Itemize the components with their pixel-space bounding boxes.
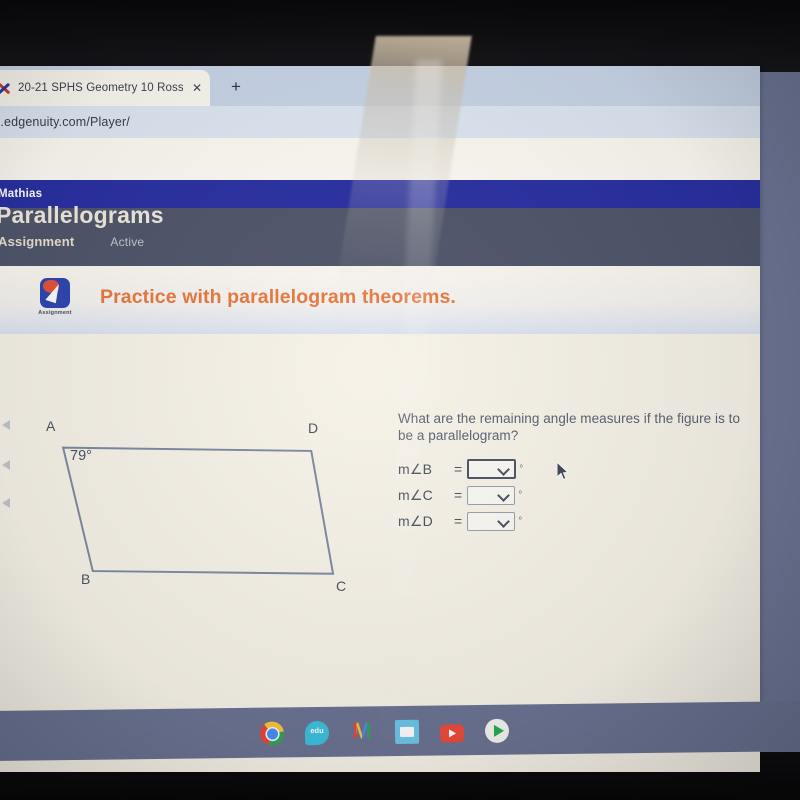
chevron-right-icon[interactable] xyxy=(2,498,10,508)
answer-row: m∠D = ° xyxy=(398,508,748,534)
tab-assignment[interactable]: Assignment xyxy=(0,234,74,249)
screenshot-root: 20-21 SPHS Geometry 10 Ross/1 ✕ + s.edge… xyxy=(0,0,800,800)
gmail-icon[interactable] xyxy=(350,720,374,744)
equals-sign: = xyxy=(454,487,463,503)
degree-symbol: ° xyxy=(518,515,523,527)
app-tabs: Assignment Active xyxy=(0,234,144,249)
vertex-label-d: D xyxy=(308,420,319,436)
answer-row: m∠C = ° xyxy=(398,482,748,508)
assignment-badge: Assignment xyxy=(38,278,72,316)
monitor-bezel-top xyxy=(0,0,800,72)
slides-icon[interactable] xyxy=(394,719,420,745)
browser-address-bar[interactable]: s.edgenuity.com/Player/ xyxy=(0,106,760,138)
angle-b-label: m∠B xyxy=(398,460,433,477)
degree-symbol: ° xyxy=(519,463,524,475)
parallelogram-shape xyxy=(61,446,335,575)
user-name: Mathias xyxy=(0,188,43,200)
taskbar xyxy=(0,700,800,762)
x-favicon xyxy=(0,81,11,96)
degree-symbol: ° xyxy=(518,489,523,501)
chevron-down-icon xyxy=(497,488,511,502)
lesson-header: Assignment Practice with parallelogram t… xyxy=(0,266,760,334)
angle-d-label: m∠D xyxy=(398,512,433,529)
app-title-bar: Parallelograms Assignment Active xyxy=(0,202,760,266)
question-prompt: What are the remaining angle measures if… xyxy=(398,411,741,443)
chevron-down-icon xyxy=(497,463,511,476)
browser-tab-strip: 20-21 SPHS Geometry 10 Ross/1 ✕ + xyxy=(0,66,760,106)
equals-sign: = xyxy=(454,461,463,477)
chevron-right-icon[interactable] xyxy=(2,460,10,470)
chevron-down-icon xyxy=(497,514,511,528)
course-title: Parallelograms xyxy=(0,202,164,228)
tab-active[interactable]: Active xyxy=(110,235,144,249)
vertex-label-c: C xyxy=(336,578,347,594)
play-store-icon[interactable] xyxy=(484,718,510,743)
assignment-badge-label: Assignment xyxy=(38,310,72,316)
answer-list: m∠B = ° m∠C = ° m∠D = ° xyxy=(398,456,748,534)
taskbar-icons xyxy=(259,718,510,746)
youtube-icon[interactable] xyxy=(439,723,465,743)
equals-sign: = xyxy=(454,513,463,529)
assignment-pencil-icon xyxy=(40,278,70,308)
angle-b-dropdown[interactable] xyxy=(467,459,570,481)
vertex-label-b: B xyxy=(81,571,91,587)
close-icon[interactable]: ✕ xyxy=(190,82,204,94)
question-column: What are the remaining angle measures if… xyxy=(398,410,748,534)
angle-c-dropdown[interactable] xyxy=(467,485,516,505)
angle-c-label: m∠C xyxy=(398,486,433,503)
edgenuity-edu-icon[interactable] xyxy=(304,720,330,746)
parallelogram-figure: A D B C 79° xyxy=(40,418,370,596)
url-text: s.edgenuity.com/Player/ xyxy=(0,115,130,129)
lesson-title: Practice with parallelogram theorems. xyxy=(100,286,456,308)
chrome-icon[interactable] xyxy=(259,721,285,746)
page-top-whitespace xyxy=(0,138,760,180)
angle-d-dropdown[interactable] xyxy=(467,511,516,531)
browser-tab[interactable]: 20-21 SPHS Geometry 10 Ross/1 ✕ xyxy=(0,70,210,106)
browser-tab-title: 20-21 SPHS Geometry 10 Ross/1 xyxy=(18,82,183,94)
answer-row: m∠B = ° xyxy=(398,456,748,482)
chevron-right-icon[interactable] xyxy=(2,420,10,430)
vertex-label-a: A xyxy=(46,418,56,434)
angle-measure-a: 79° xyxy=(70,448,92,464)
new-tab-button[interactable]: + xyxy=(226,77,246,97)
left-edge-nav-arrows xyxy=(0,414,14,534)
browser-window: 20-21 SPHS Geometry 10 Ross/1 ✕ + s.edge… xyxy=(0,66,760,772)
